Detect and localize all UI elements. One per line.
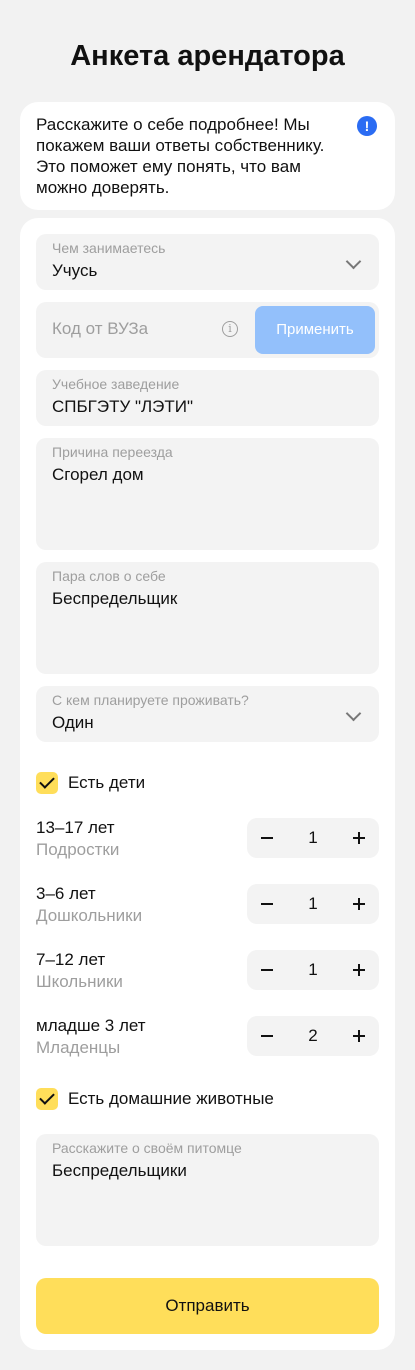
children-count: 1 [308, 828, 318, 847]
children-row: 7–12 лет Школьники 1 [36, 950, 379, 996]
children-count: 1 [308, 894, 318, 913]
exclamation-icon: ! [357, 116, 377, 136]
children-category: Подростки [36, 840, 120, 859]
children-age: младше 3 лет [36, 1016, 146, 1035]
pet-value: Беспредельщики [52, 1161, 187, 1180]
minus-icon[interactable] [261, 1016, 273, 1056]
children-count-stepper: 1 [247, 884, 379, 924]
children-count-stepper: 2 [247, 1016, 379, 1056]
plus-icon[interactable] [353, 950, 365, 990]
plus-icon[interactable] [353, 884, 365, 924]
children-count: 2 [308, 1026, 318, 1045]
children-row: младше 3 лет Младенцы 2 [36, 1016, 379, 1062]
tenant-form: Чем занимаетесь Учусь Код от ВУЗа i Прим… [20, 218, 395, 1350]
info-hint-icon[interactable]: i [222, 321, 238, 337]
promo-code-field: Код от ВУЗа i Применить [36, 302, 379, 358]
about-textarea[interactable]: Пара слов о себе Беспредельщик [36, 562, 379, 674]
has-pets-checkbox[interactable] [36, 1088, 58, 1110]
minus-icon[interactable] [261, 950, 273, 990]
minus-icon[interactable] [261, 818, 273, 858]
promo-code-input[interactable]: Код от ВУЗа [52, 319, 148, 339]
children-category: Школьники [36, 972, 123, 991]
reason-value: Сгорел дом [52, 465, 144, 484]
cohabit-label: С кем планируете проживать? [52, 692, 249, 708]
institution-label: Учебное заведение [52, 376, 180, 392]
has-children-checkbox[interactable] [36, 772, 58, 794]
children-count-stepper: 1 [247, 818, 379, 858]
info-card: Расскажите о себе подробнее! Мы покажем … [20, 102, 395, 210]
children-category: Дошкольники [36, 906, 143, 925]
children-age: 7–12 лет [36, 950, 106, 969]
children-count: 1 [308, 960, 318, 979]
pet-textarea[interactable]: Расскажите о своём питомце Беспредельщик… [36, 1134, 379, 1246]
occupation-label: Чем занимаетесь [52, 240, 166, 256]
children-row: 13–17 лет Подростки 1 [36, 818, 379, 864]
reason-label: Причина переезда [52, 444, 173, 460]
pet-label: Расскажите о своём питомце [52, 1140, 242, 1156]
submit-button[interactable]: Отправить [36, 1278, 379, 1334]
cohabit-value: Один [52, 713, 94, 732]
plus-icon[interactable] [353, 1016, 365, 1056]
about-label: Пара слов о себе [52, 568, 166, 584]
children-category: Младенцы [36, 1038, 121, 1057]
about-value: Беспредельщик [52, 589, 178, 608]
cohabit-select[interactable]: С кем планируете проживать? Один [36, 686, 379, 742]
occupation-value: Учусь [52, 261, 98, 280]
has-pets-checkbox-row[interactable]: Есть домашние животные [36, 1088, 376, 1110]
has-pets-label: Есть домашние животные [68, 1089, 274, 1108]
has-children-label: Есть дети [68, 773, 146, 792]
minus-icon[interactable] [261, 884, 273, 924]
institution-field[interactable]: Учебное заведение СПБГЭТУ "ЛЭТИ" [36, 370, 379, 426]
apply-button[interactable]: Применить [255, 306, 375, 354]
plus-icon[interactable] [353, 818, 365, 858]
children-age: 13–17 лет [36, 818, 115, 837]
reason-textarea[interactable]: Причина переезда Сгорел дом [36, 438, 379, 550]
children-count-stepper: 1 [247, 950, 379, 990]
children-age: 3–6 лет [36, 884, 96, 903]
children-row: 3–6 лет Дошкольники 1 [36, 884, 379, 930]
page-title: Анкета арендатора [70, 40, 345, 72]
has-children-checkbox-row[interactable]: Есть дети [36, 772, 376, 794]
info-text: Расскажите о себе подробнее! Мы покажем … [36, 115, 325, 197]
occupation-select[interactable]: Чем занимаетесь Учусь [36, 234, 379, 290]
institution-value: СПБГЭТУ "ЛЭТИ" [52, 397, 194, 416]
